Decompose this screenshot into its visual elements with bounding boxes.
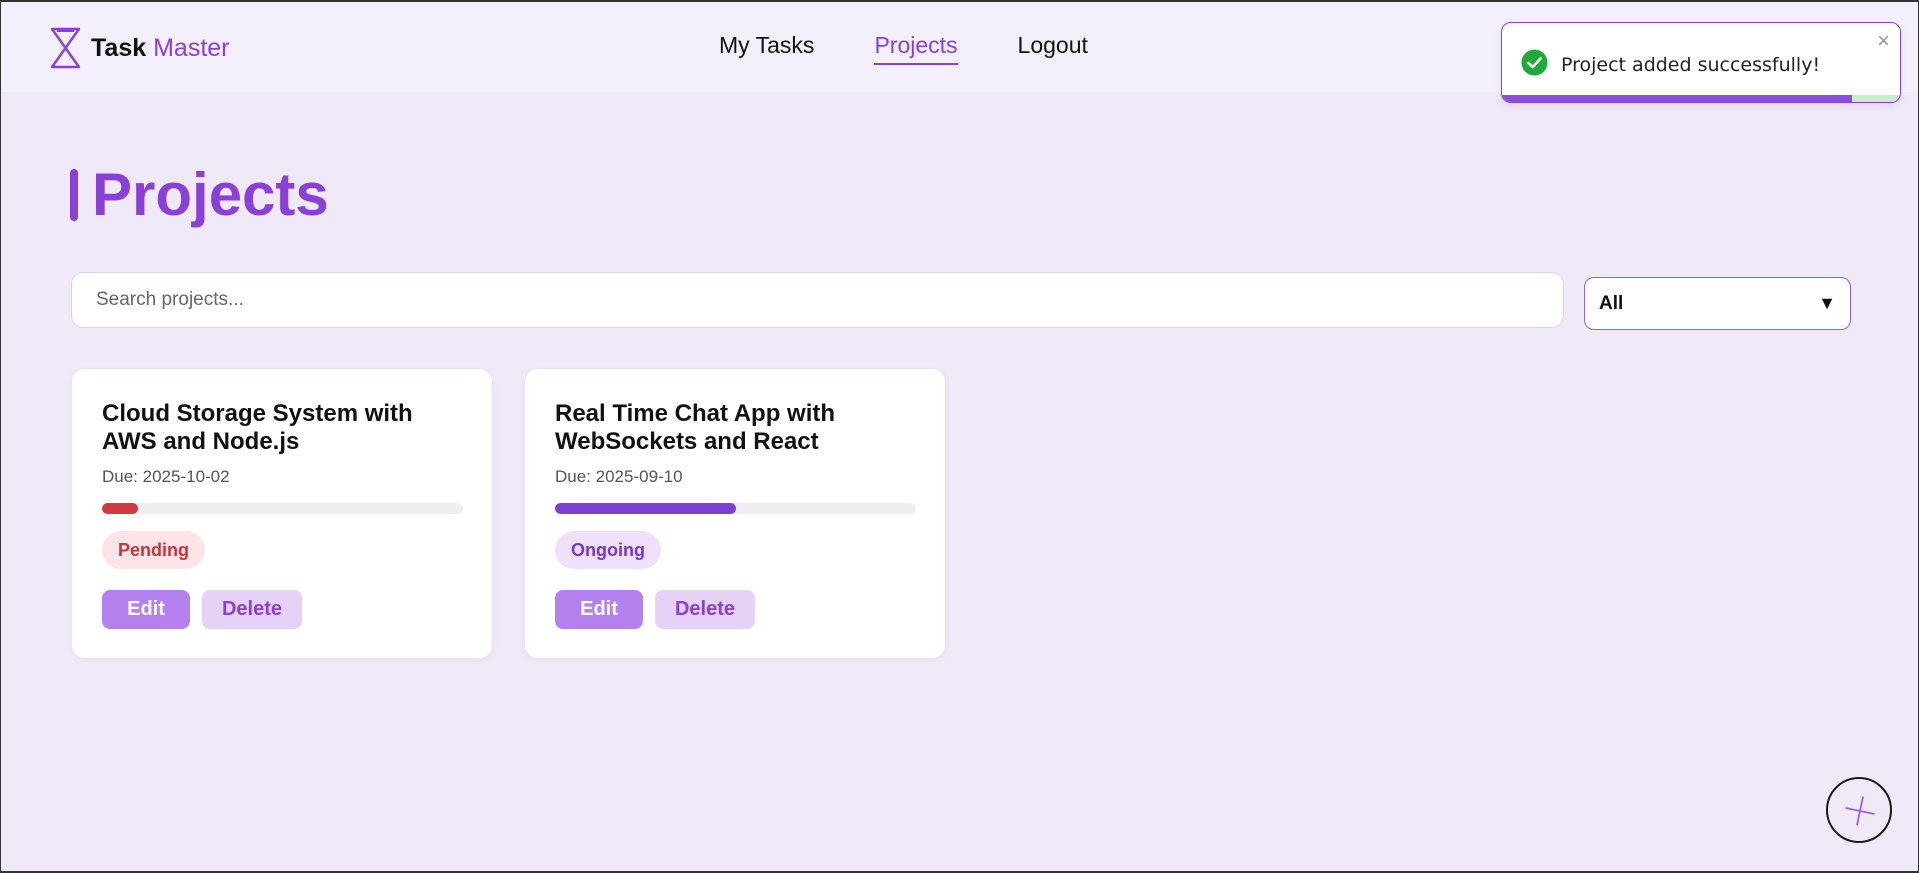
toast-close-button[interactable]: × <box>1877 30 1890 52</box>
status-badge: Pending <box>102 531 205 569</box>
chevron-down-icon: ▼ <box>1818 293 1836 313</box>
search-input[interactable] <box>71 272 1564 328</box>
toast-progress-fill <box>1502 95 1853 102</box>
brand-logo[interactable]: Task Master <box>50 26 230 70</box>
plus-icon <box>1845 796 1875 826</box>
delete-button[interactable]: Delete <box>202 590 302 629</box>
project-card: Real Time Chat App with WebSockets and R… <box>524 368 946 659</box>
status-filter-select[interactable]: All ▼ <box>1584 277 1851 330</box>
title-accent-bar <box>70 168 78 221</box>
project-card: Cloud Storage System with AWS and Node.j… <box>71 368 493 659</box>
project-due-date: Due: 2025-09-10 <box>555 467 683 486</box>
page-title: Projects <box>92 161 329 228</box>
project-title: Real Time Chat App with WebSockets and R… <box>555 400 836 455</box>
project-progress-fill <box>555 503 736 514</box>
project-title: Cloud Storage System with AWS and Node.j… <box>102 400 413 455</box>
edit-button[interactable]: Edit <box>555 590 643 629</box>
project-due-date: Due: 2025-10-02 <box>102 467 230 486</box>
nav-my-tasks[interactable]: My Tasks <box>719 32 814 65</box>
edit-button[interactable]: Edit <box>102 590 190 629</box>
toast-progress-track <box>1502 95 1900 102</box>
project-progress-track <box>102 503 463 514</box>
brand-name-accent: Master <box>153 33 230 62</box>
project-progress-fill <box>102 503 139 514</box>
success-toast: Project added successfully! × <box>1501 22 1901 103</box>
nav-projects[interactable]: Projects <box>874 32 958 65</box>
page-title-wrap: Projects <box>70 160 329 229</box>
hourglass-icon <box>50 27 81 69</box>
nav-links: My Tasks Projects Logout <box>719 32 1148 65</box>
nav-logout[interactable]: Logout <box>1018 32 1088 65</box>
filter-selected-value: All <box>1599 292 1624 314</box>
toast-message: Project added successfully! <box>1561 54 1821 76</box>
brand-name-bold: Task <box>91 33 147 62</box>
brand-name: Task Master <box>91 34 230 63</box>
add-project-button[interactable] <box>1826 777 1892 843</box>
delete-button[interactable]: Delete <box>655 590 755 629</box>
status-badge: Ongoing <box>555 531 661 569</box>
project-progress-track <box>555 503 916 514</box>
check-circle-icon <box>1521 49 1548 76</box>
